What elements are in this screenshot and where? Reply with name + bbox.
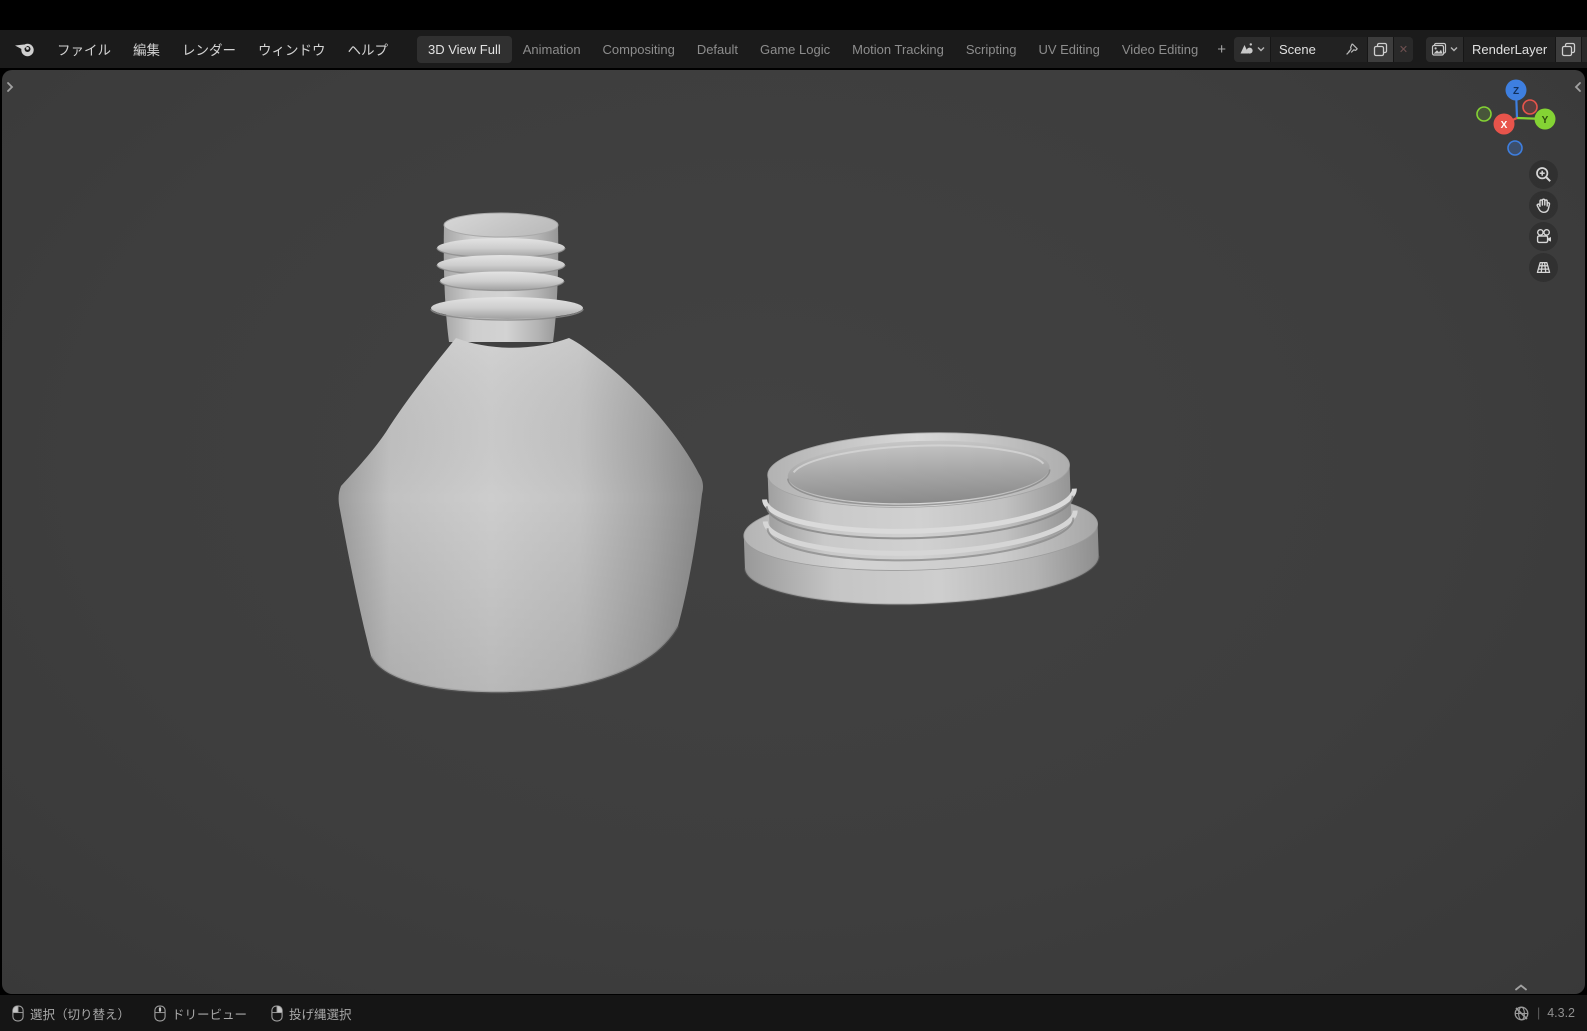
gizmo-neg-x-ball[interactable] (1523, 100, 1537, 114)
blender-logo-icon (14, 40, 36, 58)
gizmo-x-ball[interactable]: X (1494, 114, 1515, 135)
hint-lasso-select-label: 投げ縄選択 (289, 1004, 352, 1023)
gizmo-y-ball[interactable]: Y (1535, 109, 1556, 130)
topbar: ファイル 編集 レンダー ウィンドウ ヘルプ 3D View Full Anim… (0, 30, 1587, 68)
tab-game-logic[interactable]: Game Logic (749, 36, 841, 63)
hint-select: 選択（切り替え） (12, 1004, 130, 1023)
statusbar: 選択（切り替え） ドリービュー 投げ縄選択 | 4.3.2 (0, 995, 1587, 1031)
tab-compositing[interactable]: Compositing (592, 36, 686, 63)
svg-text:X: X (1501, 120, 1508, 131)
zoom-view-button[interactable] (1529, 160, 1558, 189)
toolbar-expand-arrow[interactable] (5, 80, 15, 94)
menu-render[interactable]: レンダー (171, 35, 247, 63)
scene-icon (1239, 42, 1254, 56)
pin-icon[interactable] (1345, 42, 1359, 56)
id-selectors: Scene ✕ (1234, 37, 1587, 62)
scene-selector: Scene ✕ (1234, 37, 1413, 62)
magnifier-plus-icon (1535, 166, 1552, 183)
cap-object[interactable] (740, 427, 1100, 610)
footer-expand-arrow[interactable] (1513, 983, 1529, 992)
view-layer-name-field[interactable]: RenderLayer (1464, 37, 1555, 62)
navigation-gizmo[interactable]: Z Y X (1473, 78, 1569, 174)
bottle-object[interactable] (339, 213, 703, 692)
browse-view-layer-button[interactable] (1426, 37, 1464, 62)
browse-scene-button[interactable] (1234, 37, 1271, 62)
tab-motion-tracking[interactable]: Motion Tracking (841, 36, 955, 63)
perspective-toggle-button[interactable] (1529, 253, 1558, 282)
new-view-layer-button[interactable] (1555, 37, 1581, 62)
gizmo-z-ball[interactable]: Z (1506, 80, 1527, 101)
tab-animation[interactable]: Animation (512, 36, 592, 63)
sidebar-expand-arrow[interactable] (1573, 80, 1583, 94)
mouse-left-icon (12, 1005, 24, 1022)
hint-dolly-view-label: ドリービュー (172, 1004, 247, 1023)
scene-render (2, 70, 1585, 994)
view-layer-selector: RenderLayer ✕ (1426, 37, 1587, 62)
version-separator: | (1537, 1006, 1540, 1020)
chevron-down-icon (1450, 46, 1458, 52)
tab-default[interactable]: Default (686, 36, 749, 63)
menu-help[interactable]: ヘルプ (337, 35, 400, 63)
remove-view-layer-button[interactable]: ✕ (1581, 37, 1587, 62)
add-workspace-button[interactable]: + (1209, 37, 1234, 62)
hint-dolly-view: ドリービュー (154, 1004, 247, 1023)
hint-select-label: 選択（切り替え） (30, 1004, 130, 1023)
hint-lasso-select: 投げ縄選択 (271, 1004, 352, 1023)
scene-name-field[interactable]: Scene (1271, 37, 1367, 62)
renderlayer-icon (1431, 42, 1447, 57)
camera-view-button[interactable] (1529, 222, 1558, 251)
svg-text:Y: Y (1542, 115, 1549, 126)
duplicate-icon (1373, 42, 1388, 57)
main-menus: ファイル 編集 レンダー ウィンドウ ヘルプ (46, 35, 399, 63)
unlink-scene-button[interactable]: ✕ (1393, 37, 1413, 62)
tab-3d-view-full[interactable]: 3D View Full (417, 36, 512, 63)
network-offline-icon (1513, 1005, 1530, 1022)
version-label: 4.3.2 (1547, 1006, 1575, 1020)
hand-icon (1535, 197, 1552, 214)
workspace-tabs: 3D View Full Animation Compositing Defau… (417, 36, 1234, 63)
new-scene-button[interactable] (1367, 37, 1393, 62)
statusbar-right: | 4.3.2 (1513, 1005, 1575, 1022)
gizmo-neg-y-ball[interactable] (1477, 107, 1491, 121)
bottle-threads (437, 238, 565, 291)
mouse-right-icon (271, 1005, 283, 1022)
grid-icon (1535, 259, 1552, 276)
chevron-down-icon (1257, 46, 1265, 52)
tab-video-editing[interactable]: Video Editing (1111, 36, 1209, 63)
menu-edit[interactable]: 編集 (122, 35, 171, 63)
view-layer-name: RenderLayer (1472, 42, 1547, 57)
svg-text:Z: Z (1513, 86, 1519, 97)
scene-name: Scene (1279, 42, 1337, 57)
tab-uv-editing[interactable]: UV Editing (1027, 36, 1110, 63)
pan-view-button[interactable] (1529, 191, 1558, 220)
system-top-strip (0, 0, 1587, 30)
tab-scripting[interactable]: Scripting (955, 36, 1028, 63)
duplicate-icon (1561, 42, 1576, 57)
menu-window[interactable]: ウィンドウ (247, 35, 337, 63)
viewport-3d[interactable]: Z Y X (2, 70, 1585, 994)
mouse-middle-icon (154, 1005, 166, 1022)
camera-icon (1535, 228, 1553, 245)
menu-file[interactable]: ファイル (46, 35, 122, 63)
gizmo-neg-z-ball[interactable] (1508, 141, 1522, 155)
blender-menu-button[interactable] (12, 38, 42, 60)
